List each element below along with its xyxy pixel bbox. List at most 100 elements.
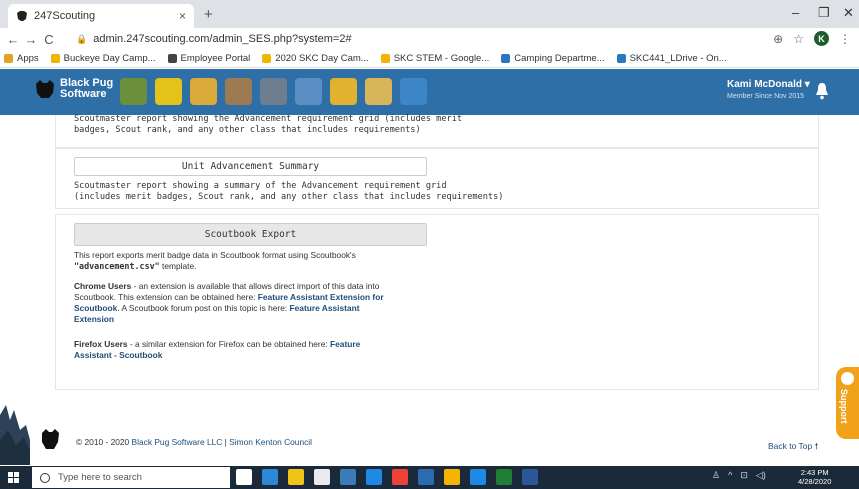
feature-assistant-extension-link-cont[interactable]: Scoutbook [74,303,117,313]
taskbar-app-icon-10[interactable] [470,469,486,485]
bookmark-icon [501,54,511,63]
black-pug-logo[interactable]: Black Pug Software [34,78,113,100]
windows-start-icon[interactable] [8,472,19,483]
toolbar-right: ⊕ ☆ K ⋮ [773,31,851,46]
pug-logo-icon [36,80,54,98]
bookmark-item[interactable]: SKC STEM - Google... [380,53,489,64]
firefox-text: - a similar extension for Firefox can be… [127,339,331,349]
firefox-extension-link-cont[interactable]: Assistant - Scoutbook [74,350,162,360]
menu-kebab-icon[interactable]: ⋮ [839,32,851,46]
user-menu[interactable]: Kami McDonald ▾ Member Since Nov 2015 [727,79,810,100]
member-since: Member Since Nov 2015 [727,93,805,100]
back-to-top-link[interactable]: Back to Top 🠕 [768,441,818,455]
advancement-grid-panel: Scoutmaster report showing the Advanceme… [55,114,819,148]
chrome-text-3: . A Scoutbook forum post on this topic i… [117,303,290,313]
unit-desc-line2: (includes merit badges, Scout rank, and … [74,192,504,202]
browser-tabstrip: 247Scouting × + – ❐ ✕ [0,0,859,28]
taskbar-app-icon-3[interactable] [288,469,304,485]
clock-time: 2:43 PM [800,468,829,477]
firefox-extension-link[interactable]: Feature [330,339,360,349]
header-nav-icon-8[interactable] [365,78,392,105]
bookmark-icon [50,54,60,63]
taskbar-app-icon-11[interactable] [496,469,512,485]
bookmark-label: Employee Portal [180,53,251,64]
unit-desc-line1: Scoutmaster report showing a summary of … [74,181,447,191]
tab-close-icon[interactable]: × [179,9,186,23]
scoutbook-export-button[interactable]: Scoutbook Export [74,223,427,246]
bookmark-item[interactable]: Buckeye Day Camp... [50,53,156,64]
chrome-text-2: Scoutbook. This extension can be obtaine… [74,292,258,302]
taskbar-clock[interactable]: 2:43 PM 4/28/2020 [798,468,831,486]
window-close-button[interactable]: ✕ [843,5,854,21]
zoom-icon[interactable]: ⊕ [773,32,783,46]
header-nav-icon-4[interactable] [225,78,252,105]
bookmark-icon [262,54,272,63]
star-icon[interactable]: ☆ [793,32,804,46]
forward-button[interactable]: → [22,32,40,47]
footer-copyright: © 2010 - 2020 Black Pug Software LLC | S… [76,437,312,447]
address-bar[interactable]: 🔒 admin.247scouting.com/admin_SES.php?sy… [76,28,352,50]
back-button[interactable]: ← [4,32,22,47]
taskbar-app-icon-7[interactable] [392,469,408,485]
profile-avatar[interactable]: K [814,31,829,46]
restore-button[interactable]: ❐ [818,5,830,21]
bookmark-icon [4,54,13,63]
bookmark-item[interactable]: Employee Portal [167,53,251,64]
feature-assistant-forum-link[interactable]: Feature Assistant [290,303,360,313]
network-icon[interactable]: ⊡ [740,470,748,481]
lock-icon: 🔒 [76,33,88,44]
chrome-text-1: - an extension is available that allows … [131,281,380,291]
user-name: Kami McDonald ▾ [727,79,810,90]
taskbar-app-icon-6[interactable] [366,469,382,485]
taskbar-search[interactable]: Type here to search [32,467,230,488]
bookmark-label: 2020 SKC Day Cam... [275,53,369,64]
export-desc-tail: template. [159,261,197,271]
bookmark-icon [616,54,626,63]
header-nav-icons [120,78,427,105]
people-icon[interactable]: ♙ [712,470,720,481]
windows-taskbar: Type here to search ♙ ^ ⊡ ◁) 2:43 PM 4/2… [0,466,859,489]
black-pug-software-link[interactable]: Black Pug Software LLC [132,437,223,447]
bookmark-item[interactable]: Camping Departme... [501,53,605,64]
taskbar-app-icon-9[interactable] [444,469,460,485]
bookmark-icon [380,54,390,63]
copyright-text: © 2010 - 2020 [76,437,132,447]
minimize-button[interactable]: – [792,5,799,20]
header-nav-icon-2[interactable] [155,78,182,105]
header-nav-icon-7[interactable] [330,78,357,105]
bookmark-item[interactable]: 2020 SKC Day Cam... [262,53,369,64]
taskbar-app-icon-12[interactable] [522,469,538,485]
page-footer: © 2010 - 2020 Black Pug Software LLC | S… [30,420,830,460]
taskbar-app-icon-4[interactable] [314,469,330,485]
taskbar-app-icon-2[interactable] [262,469,278,485]
taskbar-app-icon-8[interactable] [418,469,434,485]
support-tab[interactable]: Support [836,367,859,439]
bell-icon[interactable] [815,82,829,100]
new-tab-button[interactable]: + [204,6,213,23]
feature-assistant-forum-link-cont[interactable]: Extension [74,314,114,324]
header-nav-icon-6[interactable] [295,78,322,105]
tree-silhouette-decoration [0,405,30,465]
taskbar-app-icon-1[interactable] [236,469,252,485]
taskbar-app-icon-5[interactable] [340,469,356,485]
header-nav-icon-9[interactable] [400,78,427,105]
bookmark-label: Apps [17,53,39,64]
header-nav-icon-3[interactable] [190,78,217,105]
volume-icon[interactable]: ◁) [756,470,766,481]
tab-247scouting[interactable]: 247Scouting × [8,4,194,28]
unit-advancement-summary-button[interactable]: Unit Advancement Summary [74,157,427,176]
simon-kenton-council-link[interactable]: Simon Kenton Council [229,437,312,447]
chrome-users-label: Chrome Users [74,281,132,291]
bookmark-item[interactable]: Apps [4,53,39,64]
feature-assistant-extension-link[interactable]: Feature Assistant Extension for [258,292,384,302]
tray-chevron-icon[interactable]: ^ [728,470,732,481]
header-nav-icon-5[interactable] [260,78,287,105]
header-nav-icon-1[interactable] [120,78,147,105]
bookmark-item[interactable]: SKC441_LDrive - On... [616,53,727,64]
bookmarks-bar: Apps Buckeye Day Camp... Employee Portal 20… [0,50,859,68]
tab-title: 247Scouting [34,10,96,22]
bookmark-label: SKC441_LDrive - On... [629,53,727,64]
url-text: admin.247scouting.com/admin_SES.php?syst… [93,33,352,45]
grid-desc-line2: badges, Scout rank, and any other class … [74,125,421,135]
reload-button[interactable]: C [40,32,58,47]
